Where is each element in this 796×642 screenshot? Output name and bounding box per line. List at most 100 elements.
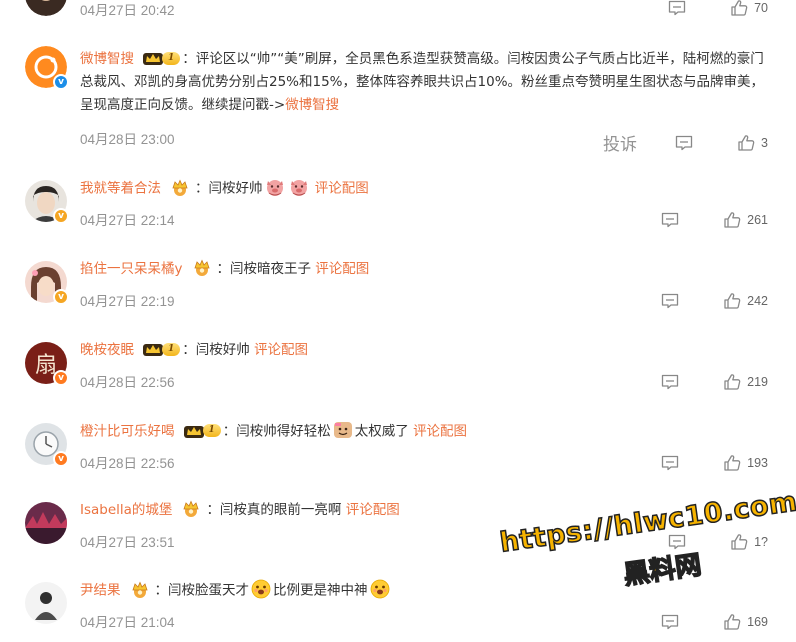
comment-time: 04月27日 23:51	[80, 535, 175, 550]
comment-text: ：评论区以“帅”“美”刷屏，全员黑色系造型获赞高级。闫桉因贵公子气质占比近半，陆…	[80, 51, 765, 113]
verified-badge-icon: v	[53, 289, 69, 305]
avatar[interactable]	[25, 582, 67, 624]
like-icon	[723, 454, 741, 472]
comment-text: ：闫桉脸蛋天才	[154, 582, 250, 599]
comment-text: ：闫桉真的眼前一亮啊	[206, 502, 342, 518]
comment-image-link[interactable]: 评论配图	[254, 342, 308, 358]
username[interactable]: 我就等着合法	[80, 181, 161, 197]
verified-badge-icon: v	[53, 208, 69, 224]
comment-image-link[interactable]: 评论配图	[315, 261, 369, 277]
verified-badge-icon: v	[53, 451, 69, 467]
smile-emoji-icon	[251, 579, 271, 599]
comment-time: 04月27日 20:42	[80, 3, 175, 18]
comment-time: 04月27日 22:14	[80, 213, 175, 228]
comment-time: 04月28日 22:56	[80, 375, 175, 390]
avatar[interactable]	[25, 0, 67, 16]
comment-icon[interactable]	[668, 0, 686, 16]
like-count: 70	[754, 1, 768, 15]
comment-content: 橙汁比可乐好喝 1 ：闫桉帅得好轻松 太权威了 评论配图	[80, 420, 776, 444]
comment-item: 扇 v 晚桉夜眠 1 ：闫桉好帅 评论配图 04月28日 22:56 219	[0, 342, 796, 412]
comment-icon[interactable]	[661, 455, 679, 471]
fan-crown-icon	[169, 179, 191, 197]
comment-time: 04月28日 23:00	[80, 132, 175, 147]
member-crown-icon: 1	[183, 423, 221, 439]
comment-icon[interactable]	[661, 374, 679, 390]
like-icon	[737, 134, 755, 152]
member-crown-icon: 1	[142, 341, 181, 357]
member-level: 1	[162, 51, 181, 65]
comment-image-link[interactable]: 评论配图	[315, 181, 369, 197]
comment-content: 晚桉夜眠 1 ：闫桉好帅 评论配图	[80, 339, 776, 362]
verified-badge-icon: v	[53, 370, 69, 386]
comment-image-link[interactable]: 评论配图	[413, 424, 467, 440]
like-button[interactable]: 70	[730, 0, 768, 17]
like-count: 193	[747, 456, 768, 470]
comment-text: ：闫桉暗夜王子	[216, 261, 312, 277]
doge-emoji-icon	[333, 420, 353, 440]
member-level: 1	[162, 342, 181, 356]
like-button[interactable]: 169	[723, 613, 768, 631]
like-count: 3	[761, 135, 768, 150]
comment-text-continued: 比例更是神中神	[273, 582, 368, 599]
pig-emoji-icon	[289, 177, 309, 197]
comment-text: ：闫桉帅得好轻松	[222, 423, 331, 440]
comment-item: Isabella的城堡 ：闫桉真的眼前一亮啊 评论配图 04月27日 23:51 …	[0, 502, 796, 572]
like-button[interactable]: 261	[723, 211, 768, 229]
username[interactable]: 微博智搜	[80, 51, 134, 67]
comment-item: v 微博智搜 1 ：评论区以“帅”“美”刷屏，全员黑色系造型获赞高级。闫桉因贵公子气…	[0, 46, 796, 156]
like-button[interactable]: 3	[737, 134, 768, 152]
comment-content: 微博智搜 1 ：评论区以“帅”“美”刷屏，全员黑色系造型获赞高级。闫桉因贵公子气质占…	[80, 48, 776, 117]
comment-content: 我就等着合法 ：闫桉好帅 评论配图	[80, 177, 776, 201]
username[interactable]: 掐住一只呆呆橘y	[80, 261, 183, 277]
username[interactable]: 橙汁比可乐好喝	[80, 424, 175, 440]
report-button[interactable]: 投诉	[603, 130, 637, 155]
comment-icon[interactable]	[661, 212, 679, 228]
comment-image-link[interactable]: 评论配图	[346, 502, 400, 518]
comment-text: ：闫桉好帅	[195, 180, 263, 197]
comment-time: 04月27日 22:19	[80, 294, 175, 309]
like-button[interactable]: 242	[723, 292, 768, 310]
fan-crown-icon	[191, 259, 213, 277]
like-count: 1?	[754, 535, 768, 549]
avatar[interactable]: v	[25, 423, 69, 467]
like-count: 219	[747, 375, 768, 389]
comment-icon[interactable]	[661, 293, 679, 309]
avatar[interactable]	[25, 502, 67, 544]
avatar[interactable]: v	[25, 261, 69, 305]
comment-item: v 橙汁比可乐好喝 1 ：闫桉帅得好轻松 太权威了 评论配图 04月28日 22:56…	[0, 423, 796, 493]
comment-content: 尹结果 ：闫桉脸蛋天才 比例更是神中神	[80, 579, 776, 603]
comment-icon[interactable]	[668, 534, 686, 550]
avatar[interactable]: v	[25, 180, 69, 224]
like-count: 242	[747, 294, 768, 308]
comment-content: 掐住一只呆呆橘y ：闫桉暗夜王子 评论配图	[80, 258, 776, 281]
avatar[interactable]: 扇 v	[25, 342, 69, 386]
member-level: 1	[202, 424, 221, 437]
like-button[interactable]: 1?	[730, 533, 768, 551]
like-icon	[723, 613, 741, 631]
comment-item: 04月27日 20:42 70	[0, 0, 796, 26]
username[interactable]: Isabella的城堡	[80, 502, 172, 518]
like-icon	[723, 373, 741, 391]
fan-crown-icon	[180, 500, 202, 518]
like-count: 261	[747, 213, 768, 227]
pig-emoji-icon	[265, 177, 285, 197]
fan-crown-icon	[129, 581, 151, 599]
comment-item: 尹结果 ：闫桉脸蛋天才 比例更是神中神 04月27日 21:04 169	[0, 582, 796, 642]
avatar[interactable]: v	[25, 46, 69, 90]
username[interactable]: 尹结果	[80, 583, 121, 599]
like-count: 169	[747, 615, 768, 629]
comment-time: 04月28日 22:56	[80, 456, 175, 471]
like-button[interactable]: 193	[723, 454, 768, 472]
comment-content: Isabella的城堡 ：闫桉真的眼前一亮啊 评论配图	[80, 499, 776, 522]
like-icon	[730, 0, 748, 17]
comment-icon[interactable]	[675, 135, 693, 151]
comment-icon[interactable]	[661, 614, 679, 630]
comment-item: v 掐住一只呆呆橘y ：闫桉暗夜王子 评论配图 04月27日 22:19 242	[0, 261, 796, 331]
member-crown-icon: 1	[142, 50, 181, 66]
like-icon	[723, 211, 741, 229]
like-button[interactable]: 219	[723, 373, 768, 391]
comment-link[interactable]: 微博智搜	[285, 97, 339, 113]
smile-emoji-icon	[370, 579, 390, 599]
username[interactable]: 晚桉夜眠	[80, 342, 134, 358]
like-icon	[730, 533, 748, 551]
